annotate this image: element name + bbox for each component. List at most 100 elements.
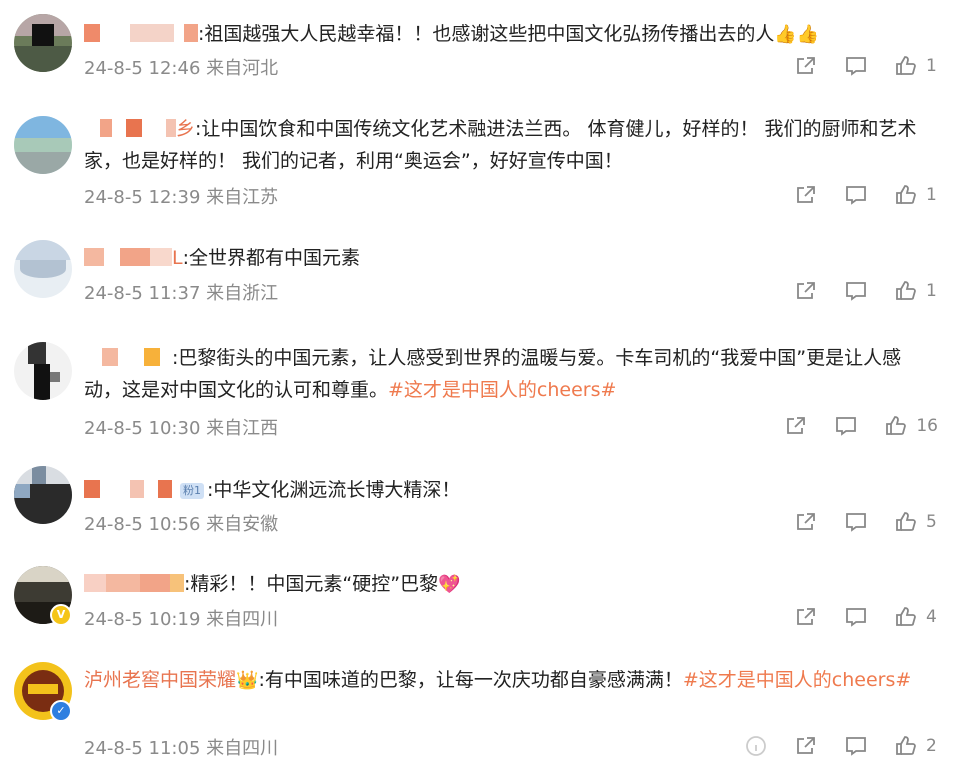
comment-button[interactable] bbox=[844, 605, 868, 629]
comment-meta: 24-8-5 12:39 来自江苏 bbox=[84, 187, 279, 208]
username[interactable] bbox=[84, 23, 198, 45]
comment-icon bbox=[846, 57, 866, 76]
comment-text: :让中国饮食和中国传统文化艺术融进法兰西。 体育健儿，好样的！ 我们的厨师和艺术… bbox=[84, 118, 917, 172]
avatar[interactable] bbox=[14, 14, 72, 72]
share-button[interactable] bbox=[794, 734, 818, 758]
username[interactable]: 泸州老窖中国荣耀 bbox=[84, 669, 236, 691]
comment-button[interactable] bbox=[844, 54, 868, 78]
fan-badge[interactable]: 粉1 bbox=[180, 483, 204, 499]
thumbs-up-icon bbox=[886, 416, 907, 435]
comment-meta: 24-8-5 11:37 来自浙江 bbox=[84, 283, 279, 304]
like-button[interactable]: 5 bbox=[894, 510, 938, 534]
comment-text-line: :精彩！！中国元素“硬控”巴黎💖 bbox=[84, 568, 936, 601]
like-count: 4 bbox=[926, 607, 937, 627]
avatar[interactable] bbox=[14, 240, 72, 298]
comment-feed: :祖国越强大人民越幸福！！也感谢这些把中国文化弘扬传播出去的人👍👍 24-8-5… bbox=[0, 0, 960, 778]
comment-text-block: 乡:让中国饮食和中国传统文化艺术融进法兰西。 体育健儿，好样的！ 我们的厨师和艺… bbox=[84, 113, 936, 177]
comment-meta: 24-8-5 10:30 来自江西 bbox=[84, 418, 279, 439]
share-button[interactable] bbox=[784, 414, 808, 438]
comment-actions: 5 bbox=[768, 509, 938, 535]
share-icon bbox=[797, 57, 815, 74]
comment-text: :精彩！！中国元素“硬控”巴黎 bbox=[184, 573, 439, 595]
comment-actions: 2 bbox=[718, 733, 938, 759]
comment-text-block: :巴黎街头的中国元素，让人感受到世界的温暖与爱。卡车司机的“我爱中国”更是让人感… bbox=[84, 342, 936, 406]
like-button[interactable]: 4 bbox=[894, 605, 938, 629]
like-count: 1 bbox=[926, 281, 937, 301]
thumbs-up-icon bbox=[896, 56, 916, 75]
comment-actions: 1 bbox=[768, 53, 938, 79]
username[interactable] bbox=[84, 573, 184, 595]
comment-button[interactable] bbox=[834, 414, 858, 438]
like-button[interactable]: 16 bbox=[884, 414, 938, 438]
username-suffix: 乡 bbox=[176, 118, 196, 140]
comment-icon bbox=[846, 282, 866, 301]
hashtag-link[interactable]: #这才是中国人的cheers# bbox=[683, 669, 911, 691]
info-icon bbox=[746, 736, 766, 756]
comment-icon bbox=[846, 608, 866, 627]
share-button[interactable] bbox=[794, 510, 818, 534]
verified-badge: ✓ bbox=[50, 700, 72, 722]
info-button[interactable] bbox=[744, 734, 768, 758]
comment-text: :全世界都有中国元素 bbox=[182, 247, 360, 269]
comment-meta: 24-8-5 12:46 来自河北 bbox=[84, 58, 279, 79]
comment-text: :有中国味道的巴黎，让每一次庆功都自豪感满满！ bbox=[258, 669, 683, 691]
comment-text-line: 粉1:中华文化渊远流长博大精深！ bbox=[84, 474, 936, 506]
share-button[interactable] bbox=[794, 279, 818, 303]
like-count: 1 bbox=[926, 185, 937, 205]
username[interactable] bbox=[84, 347, 172, 369]
like-button[interactable]: 1 bbox=[894, 54, 938, 78]
thumbs-up-icon bbox=[896, 736, 916, 755]
heart-emoji: 💖 bbox=[438, 574, 461, 595]
like-count: 1 bbox=[926, 56, 937, 76]
share-icon bbox=[797, 282, 815, 299]
avatar[interactable] bbox=[14, 116, 72, 174]
share-icon bbox=[797, 513, 815, 530]
like-button[interactable]: 1 bbox=[894, 183, 938, 207]
comment-icon bbox=[846, 737, 866, 756]
thumbs-up-emoji: 👍👍 bbox=[774, 24, 820, 45]
comment-icon bbox=[836, 417, 857, 436]
comment-text: :祖国越强大人民越幸福！！也感谢这些把中国文化弘扬传播出去的人 bbox=[198, 23, 775, 45]
comment-button[interactable] bbox=[844, 279, 868, 303]
share-button[interactable] bbox=[794, 605, 818, 629]
share-icon bbox=[797, 608, 815, 625]
comment-button[interactable] bbox=[844, 734, 868, 758]
comment-icon bbox=[846, 513, 866, 532]
thumbs-up-icon bbox=[896, 512, 916, 531]
comment-actions: 4 bbox=[768, 604, 938, 630]
hashtag-link[interactable]: #这才是中国人的cheers# bbox=[388, 379, 616, 401]
crown-emoji: 👑 bbox=[236, 670, 259, 691]
avatar[interactable] bbox=[14, 342, 72, 400]
like-count: 16 bbox=[916, 416, 938, 436]
comment-button[interactable] bbox=[844, 510, 868, 534]
share-icon bbox=[787, 417, 806, 434]
username[interactable] bbox=[84, 479, 180, 501]
share-button[interactable] bbox=[794, 183, 818, 207]
verified-badge: V bbox=[50, 604, 72, 626]
share-button[interactable] bbox=[794, 54, 818, 78]
comment-meta: 24-8-5 11:05 来自四川 bbox=[84, 738, 279, 759]
username[interactable]: 乡 bbox=[84, 118, 195, 140]
username[interactable]: L bbox=[84, 247, 183, 269]
comment-icon bbox=[846, 186, 866, 205]
comment-actions: 1 bbox=[768, 278, 938, 304]
like-count: 2 bbox=[926, 736, 937, 756]
comment-button[interactable] bbox=[844, 183, 868, 207]
thumbs-up-icon bbox=[896, 281, 916, 300]
like-button[interactable]: 1 bbox=[894, 279, 938, 303]
username-suffix: L bbox=[172, 247, 183, 269]
comment-text-line: L:全世界都有中国元素 bbox=[84, 242, 936, 274]
like-button[interactable]: 2 bbox=[894, 734, 938, 758]
like-count: 5 bbox=[926, 512, 937, 532]
share-icon bbox=[797, 737, 815, 754]
thumbs-up-icon bbox=[896, 607, 916, 626]
comment-meta: 24-8-5 10:19 来自四川 bbox=[84, 609, 279, 630]
thumbs-up-icon bbox=[896, 185, 916, 204]
avatar[interactable] bbox=[14, 466, 72, 524]
comment-actions: 16 bbox=[758, 413, 938, 439]
comment-text: :中华文化渊远流长博大精深！ bbox=[207, 479, 461, 501]
comment-meta: 24-8-5 10:56 来自安徽 bbox=[84, 514, 279, 535]
comment-text-block: 泸州老窖中国荣耀👑:有中国味道的巴黎，让每一次庆功都自豪感满满！#这才是中国人的… bbox=[84, 664, 936, 697]
comment-text-line: :祖国越强大人民越幸福！！也感谢这些把中国文化弘扬传播出去的人👍👍 bbox=[84, 18, 936, 51]
share-icon bbox=[797, 186, 815, 203]
